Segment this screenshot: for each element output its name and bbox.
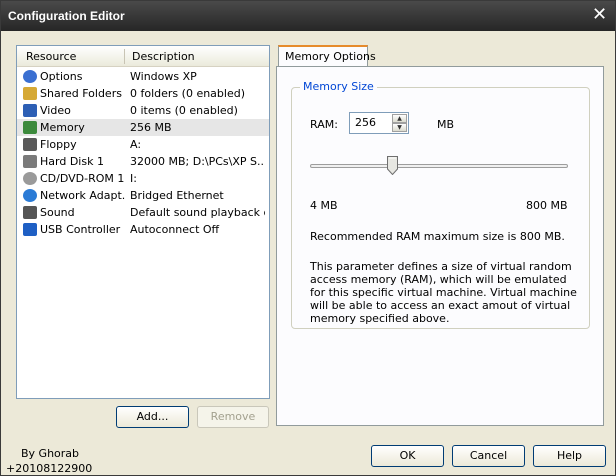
list-item-name: Video	[40, 104, 71, 117]
ok-button[interactable]: OK	[371, 445, 444, 467]
shared-folders-icon	[23, 87, 37, 100]
window-title: Configuration Editor	[8, 9, 125, 23]
list-item[interactable]: Options Windows XP	[17, 68, 269, 85]
tab-memory-options-label: Memory Options	[285, 50, 376, 63]
list-item-description: Bridged Ethernet	[130, 189, 224, 202]
list-item-description: Default sound playback d...	[130, 206, 265, 219]
resource-list[interactable]: Resource Description Options Windows XP Sh…	[16, 45, 270, 399]
list-item-name: Sound	[40, 206, 75, 219]
list-item-name: Shared Folders	[40, 87, 122, 100]
floppy-icon	[23, 138, 37, 151]
title-bar[interactable]: Configuration Editor ✕	[1, 1, 615, 31]
list-item-name: Options	[40, 70, 83, 83]
author-note: By Ghorab +20108122900	[6, 446, 92, 476]
list-item-name: USB Controller	[40, 223, 121, 236]
network-globe-icon	[23, 189, 37, 202]
list-item-description: 0 folders (0 enabled)	[130, 87, 246, 100]
column-separator[interactable]	[124, 49, 125, 64]
ram-spinbox[interactable]: 256 ▲ ▼	[349, 112, 409, 134]
memory-size-group-title: Memory Size	[300, 80, 377, 93]
memory-options-panel: Memory Size RAM: 256 ▲ ▼ MB 4 MB 800 MB …	[276, 66, 604, 426]
usb-icon	[23, 223, 37, 236]
list-item-name: Floppy	[40, 138, 77, 151]
help-button[interactable]: Help	[533, 445, 606, 467]
author-note-line2: +20108122900	[6, 462, 93, 475]
cancel-button[interactable]: Cancel	[452, 445, 525, 467]
spin-up-arrow-icon[interactable]: ▲	[392, 114, 407, 123]
list-item[interactable]: Floppy A:	[17, 136, 269, 153]
author-note-line1: By Ghorab	[21, 447, 80, 460]
tab-memory-options[interactable]: Memory Options	[278, 45, 376, 67]
list-item[interactable]: Memory 256 MB	[17, 119, 269, 136]
column-header-resource[interactable]: Resource	[26, 50, 76, 63]
memory-description-text: This parameter defines a size of virtual…	[310, 260, 577, 325]
list-item[interactable]: Sound Default sound playback d...	[17, 204, 269, 221]
memory-chip-icon	[23, 121, 37, 134]
configuration-editor-window: Configuration Editor ✕ Resource Descript…	[0, 0, 616, 476]
close-icon[interactable]: ✕	[590, 6, 609, 25]
ram-unit-label: MB	[437, 118, 455, 131]
ram-value[interactable]: 256	[355, 116, 376, 129]
recommended-size-text: Recommended RAM maximum size is 800 MB.	[310, 230, 565, 243]
options-icon	[23, 70, 37, 83]
list-item-name: Network Adapt...	[40, 189, 126, 202]
list-item-description: Windows XP	[130, 70, 197, 83]
slider-max-label: 800 MB	[526, 199, 568, 212]
spin-down-arrow-icon[interactable]: ▼	[392, 123, 407, 132]
memory-size-group: Memory Size RAM: 256 ▲ ▼ MB 4 MB 800 MB …	[291, 80, 590, 329]
video-monitor-icon	[23, 104, 37, 117]
list-item[interactable]: Video 0 items (0 enabled)	[17, 102, 269, 119]
list-item-name: Hard Disk 1	[40, 155, 104, 168]
memory-slider-track[interactable]	[310, 164, 568, 168]
list-item-description: 32000 MB; D:\PCs\XP S...	[130, 155, 265, 168]
resource-rows: Options Windows XP Shared Folders 0 folders…	[17, 68, 269, 238]
list-item[interactable]: USB Controller Autoconnect Off	[17, 221, 269, 238]
list-item-name: Memory	[40, 121, 85, 134]
sound-speaker-icon	[23, 206, 37, 219]
hard-disk-icon	[23, 155, 37, 168]
remove-button[interactable]: Remove	[197, 406, 269, 428]
list-item-description: 0 items (0 enabled)	[130, 104, 238, 117]
add-button[interactable]: Add...	[116, 406, 189, 428]
list-item-description: I:	[130, 172, 137, 185]
slider-min-label: 4 MB	[310, 199, 338, 212]
list-item-description: A:	[130, 138, 142, 151]
list-item[interactable]: Hard Disk 1 32000 MB; D:\PCs\XP S...	[17, 153, 269, 170]
list-header: Resource Description	[17, 46, 269, 67]
memory-slider-thumb[interactable]	[387, 156, 398, 175]
column-header-description[interactable]: Description	[132, 50, 195, 63]
list-item[interactable]: Network Adapt... Bridged Ethernet	[17, 187, 269, 204]
list-item-description: Autoconnect Off	[130, 223, 220, 236]
cd-dvd-icon	[23, 172, 37, 185]
list-item[interactable]: Shared Folders 0 folders (0 enabled)	[17, 85, 269, 102]
list-item-description: 256 MB	[130, 121, 172, 134]
list-item[interactable]: CD/DVD-ROM 1 I:	[17, 170, 269, 187]
ram-label: RAM:	[310, 118, 338, 131]
list-item-name: CD/DVD-ROM 1	[40, 172, 125, 185]
